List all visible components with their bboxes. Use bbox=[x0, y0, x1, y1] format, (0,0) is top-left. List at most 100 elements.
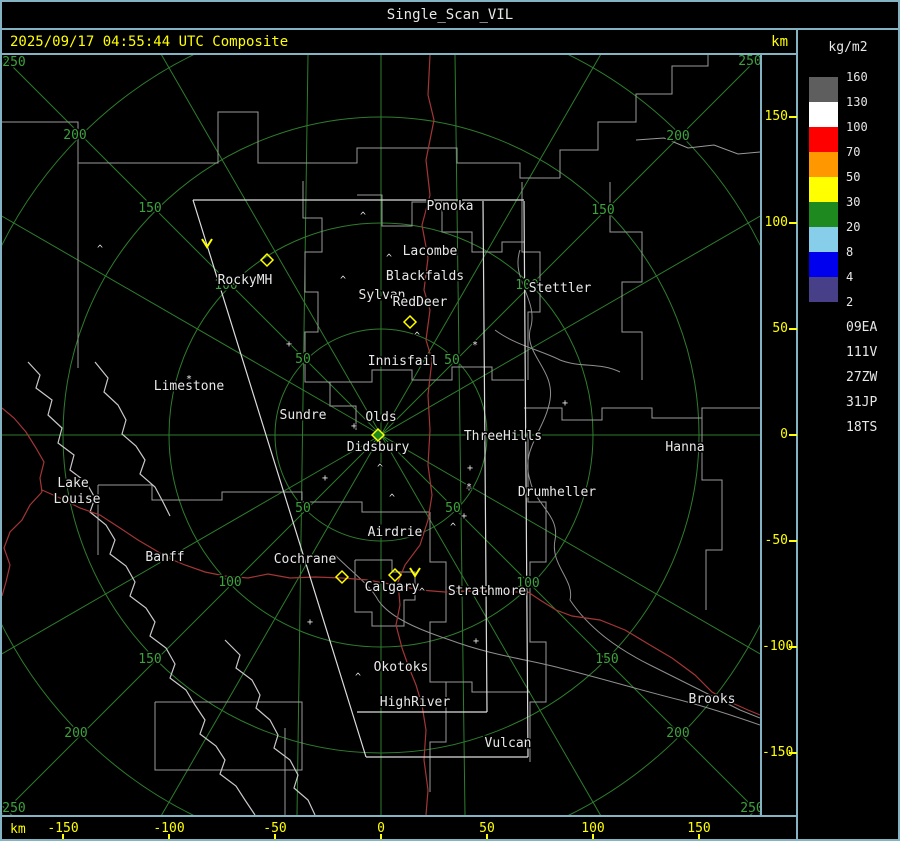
radar-site-icon bbox=[402, 314, 418, 330]
storm-track-id: 18TS bbox=[846, 420, 878, 435]
bottom-axis-tick-mark bbox=[62, 834, 64, 839]
right-axis-tick-label: -50 bbox=[764, 533, 788, 548]
city-label: Drumheller bbox=[518, 485, 596, 500]
city-label: Olds bbox=[365, 410, 396, 425]
radar-map-canvas[interactable]: 50 5050 50100 100100 100150 150150 150200 20020… bbox=[2, 55, 760, 815]
legend-level-value: 160 bbox=[846, 70, 868, 84]
legend-level-value: 4 bbox=[846, 270, 854, 284]
city-label: Lake bbox=[57, 476, 88, 491]
ring-distance-label: 50 bbox=[445, 501, 461, 516]
right-axis: 150 100 50 0 -50 -100 -150 bbox=[762, 55, 797, 815]
legend-level-value: 20 bbox=[846, 220, 861, 234]
legend-level-value: 50 bbox=[846, 170, 861, 184]
ring-distance-label: 150 bbox=[595, 652, 618, 667]
bottom-axis: km -150 -100 -50 0 50 100 150 bbox=[2, 817, 796, 839]
storm-track-arrow-icon bbox=[804, 395, 844, 411]
right-axis-tick-label: -100 bbox=[762, 639, 794, 654]
right-axis-tick-mark bbox=[789, 116, 797, 118]
bottom-axis-unit-label: km bbox=[10, 822, 26, 837]
town-marker: ^ bbox=[340, 275, 346, 286]
legend-swatch bbox=[809, 227, 838, 252]
right-axis-tick-mark bbox=[789, 222, 797, 224]
legend-swatch bbox=[809, 177, 838, 202]
town-marker: ^ bbox=[355, 672, 361, 683]
ring-distance-label: 250 bbox=[740, 801, 760, 815]
storm-track-id: 111V bbox=[846, 345, 878, 360]
ring-distance-label: 50 bbox=[444, 353, 460, 368]
info-bar: 2025/09/17 04:55:44 UTC Composite km bbox=[2, 30, 796, 53]
town-marker: * bbox=[466, 482, 472, 493]
right-axis-tick-mark bbox=[789, 646, 797, 648]
town-marker: + bbox=[307, 617, 313, 628]
legend-level-value: 2 bbox=[846, 295, 854, 309]
right-axis-tick-label: 150 bbox=[764, 109, 788, 124]
city-label: Cochrane bbox=[274, 552, 337, 567]
bottom-axis-tick-mark bbox=[168, 834, 170, 839]
legend-swatch bbox=[809, 252, 838, 277]
city-label: Didsbury bbox=[347, 440, 410, 455]
city-label: RockyMH bbox=[218, 273, 273, 288]
legend-swatch bbox=[809, 277, 838, 302]
storm-track-arrow-icon bbox=[804, 370, 844, 386]
ring-distance-label: 150 bbox=[138, 201, 161, 216]
legend-level-value: 8 bbox=[846, 245, 854, 259]
storm-track-arrow-icon bbox=[804, 320, 844, 336]
town-marker: ^ bbox=[97, 244, 103, 255]
legend-unit-label: kg/m2 bbox=[828, 40, 868, 55]
ring-distance-label: 200 bbox=[63, 128, 86, 143]
town-marker: ^ bbox=[414, 331, 420, 342]
city-label: Hanna bbox=[665, 440, 704, 455]
town-marker: + bbox=[562, 398, 568, 409]
legend-swatch bbox=[809, 202, 838, 227]
town-marker: + bbox=[473, 636, 479, 647]
ring-distance-label: 150 bbox=[138, 652, 161, 667]
city-label: Innisfail bbox=[368, 354, 438, 369]
bottom-axis-tick-mark bbox=[698, 834, 700, 839]
legend-level-value: 130 bbox=[846, 95, 868, 109]
city-label: Calgary bbox=[365, 580, 420, 595]
bottom-axis-tick-mark bbox=[274, 834, 276, 839]
city-label: Blackfalds bbox=[386, 269, 464, 284]
ring-distance-label: 50 bbox=[295, 352, 311, 367]
town-marker: ^ bbox=[360, 211, 366, 222]
radar-site-icon bbox=[334, 569, 350, 585]
right-axis-unit-label: km bbox=[771, 34, 788, 50]
town-marker: ^ bbox=[450, 522, 456, 533]
scan-timestamp: 2025/09/17 04:55:44 UTC Composite bbox=[10, 34, 289, 50]
town-marker: + bbox=[351, 421, 357, 432]
legend-swatch bbox=[809, 127, 838, 152]
ring-distance-label: 250 bbox=[2, 801, 25, 815]
right-axis-tick-mark bbox=[789, 540, 797, 542]
right-axis-tick-label: -150 bbox=[762, 745, 794, 760]
city-label: Sundre bbox=[280, 408, 327, 423]
town-marker: * bbox=[186, 374, 192, 385]
right-axis-tick-mark bbox=[789, 434, 797, 436]
right-axis-tick-label: 0 bbox=[780, 427, 788, 442]
town-marker: ^ bbox=[419, 587, 425, 598]
right-axis-tick-label: 100 bbox=[764, 215, 788, 230]
right-axis-tick-mark bbox=[789, 752, 797, 754]
city-label: Airdrie bbox=[368, 525, 423, 540]
town-marker: + bbox=[286, 339, 292, 350]
bottom-axis-tick-mark bbox=[592, 834, 594, 839]
ring-distance-label: 250 bbox=[2, 55, 25, 70]
city-label: Lacombe bbox=[403, 244, 458, 259]
storm-track-id: 27ZW bbox=[846, 370, 878, 385]
town-marker: ^ bbox=[386, 253, 392, 264]
legend-swatch bbox=[809, 102, 838, 127]
city-label: Stettler bbox=[529, 281, 592, 296]
ring-distance-label: 200 bbox=[64, 726, 87, 741]
legend-level-value: 100 bbox=[846, 120, 868, 134]
legend-level-value: 30 bbox=[846, 195, 861, 209]
radar-app-window: Single_Scan_VIL 2025/09/17 04:55:44 UTC … bbox=[0, 0, 900, 841]
legend-panel: kg/m2 160 130 100 70 50 30 20 8 4 2 09EA 111V 27ZW 31… bbox=[798, 28, 898, 839]
city-label: RedDeer bbox=[393, 295, 448, 310]
provincial-border-mountains bbox=[27, 361, 316, 815]
storm-track-id: 31JP bbox=[846, 395, 878, 410]
city-label: ThreeHills bbox=[464, 429, 542, 444]
ring-distance-label: 50 bbox=[295, 501, 311, 516]
town-marker: + bbox=[467, 463, 473, 474]
city-label: Okotoks bbox=[374, 660, 429, 675]
storm-track-arrow-icon bbox=[804, 345, 844, 361]
storm-track-arrow-icon bbox=[804, 420, 844, 436]
